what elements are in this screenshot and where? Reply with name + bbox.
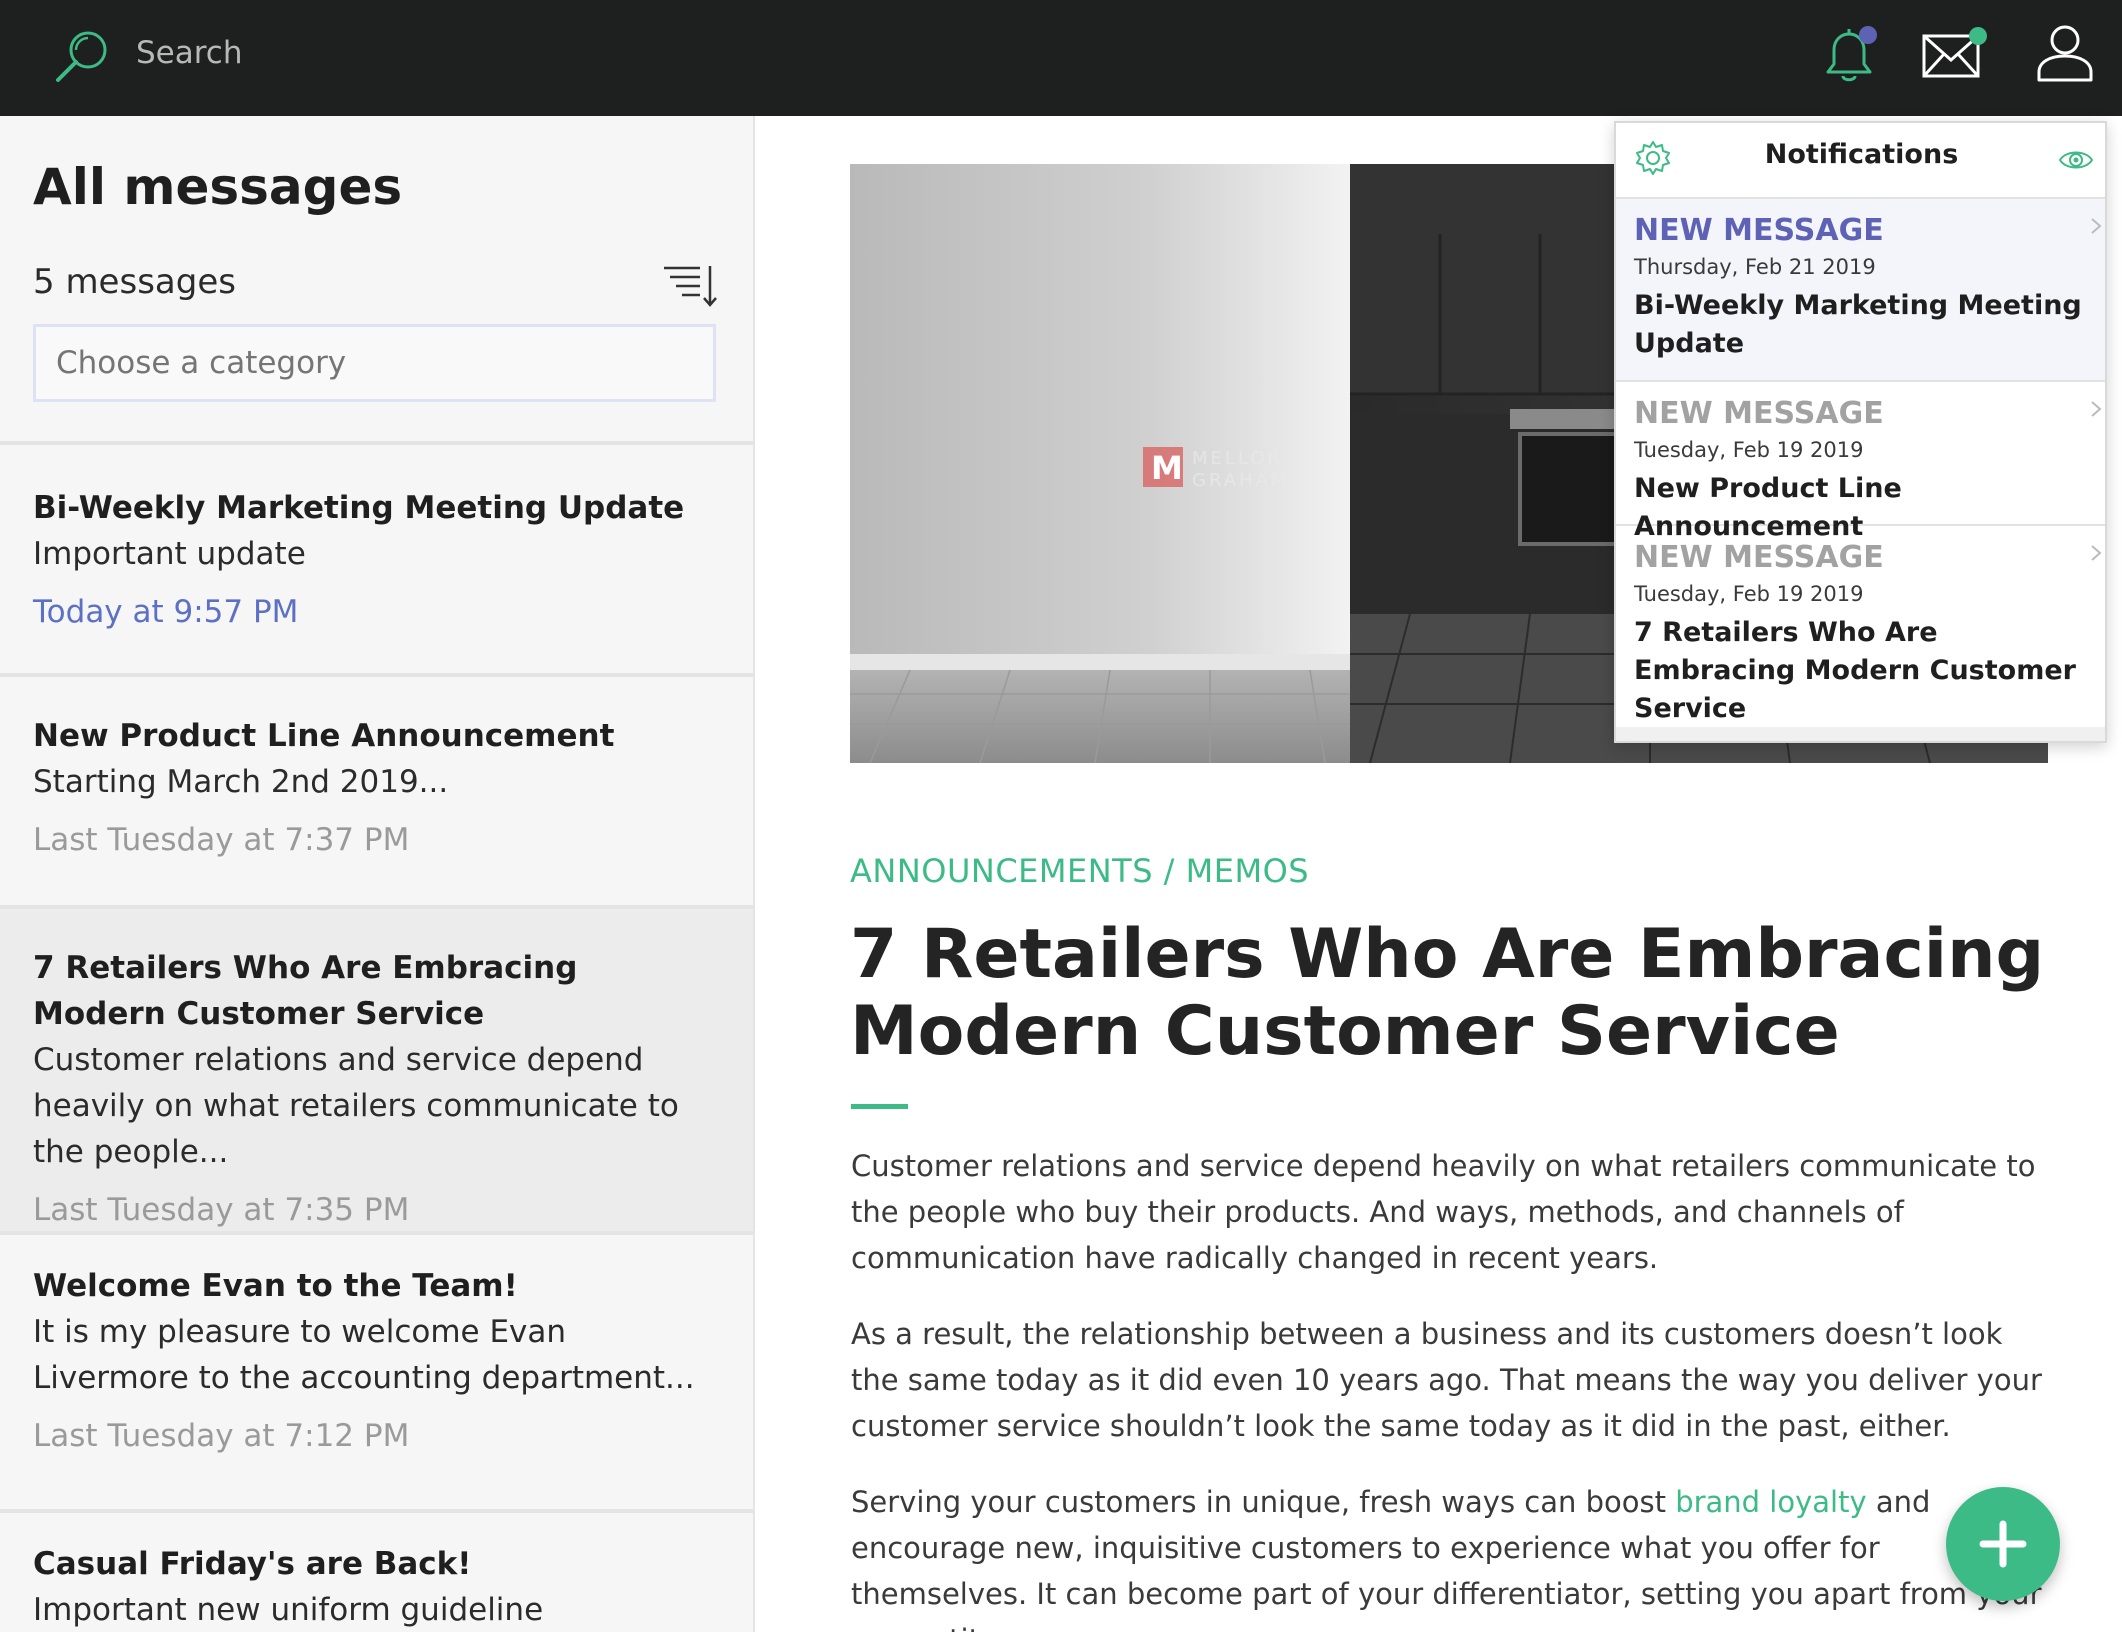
page-title: All messages xyxy=(33,158,403,216)
chevron-right-icon xyxy=(2091,401,2102,417)
notification-date: Tuesday, Feb 19 2019 xyxy=(1634,438,1864,462)
notification-date: Thursday, Feb 21 2019 xyxy=(1634,255,1876,279)
notification-item[interactable]: NEW MESSAGE Thursday, Feb 21 2019 Bi-Wee… xyxy=(1616,199,2105,382)
notification-badge xyxy=(1859,26,1877,44)
notification-label: NEW MESSAGE xyxy=(1634,396,1884,431)
notification-item[interactable]: NEW MESSAGE Tuesday, Feb 19 2019 7 Retai… xyxy=(1616,526,2105,724)
message-time: Last Tuesday at 7:37 PM xyxy=(33,822,410,858)
category-select[interactable] xyxy=(33,324,716,402)
message-title: Bi-Weekly Marketing Meeting Update xyxy=(33,490,685,526)
notification-label: NEW MESSAGE xyxy=(1634,213,1884,248)
notification-date: Tuesday, Feb 19 2019 xyxy=(1634,582,1864,606)
message-count: 5 messages xyxy=(33,262,236,302)
compose-button[interactable] xyxy=(1946,1487,2060,1601)
chevron-right-icon xyxy=(2091,218,2102,234)
eye-icon[interactable] xyxy=(2058,145,2094,175)
article-paragraph: As a result, the relationship between a … xyxy=(851,1317,2042,1443)
watermark-text: GRAHAM xyxy=(1192,470,1289,491)
message-title: Welcome Evan to the Team! xyxy=(33,1268,518,1304)
message-preview: Important update xyxy=(33,536,306,572)
message-preview: Customer relations and service depend he… xyxy=(33,1042,679,1170)
notification-title: Bi-Weekly Marketing Meeting Update xyxy=(1634,290,2082,359)
bell-icon[interactable] xyxy=(1820,24,1878,86)
message-item[interactable]: Welcome Evan to the Team! It is my pleas… xyxy=(0,1235,753,1513)
message-title: Casual Friday's are Back! xyxy=(33,1546,472,1582)
notification-item[interactable]: NEW MESSAGE Tuesday, Feb 19 2019 New Pro… xyxy=(1616,382,2105,542)
watermark-text: MELLOR xyxy=(1192,448,1283,469)
article-paragraph: Customer relations and service depend he… xyxy=(851,1149,2036,1275)
message-time: Today at 9:57 PM xyxy=(33,594,299,630)
svg-text:M: M xyxy=(1151,449,1183,487)
plus-icon xyxy=(1979,1520,2027,1568)
message-preview: It is my pleasure to welcome Evan Liverm… xyxy=(33,1314,695,1396)
message-item[interactable]: Casual Friday's are Back! Important new … xyxy=(0,1513,753,1632)
article-paragraph: Serving your customers in unique, fresh … xyxy=(851,1479,2051,1632)
dropdown-footer xyxy=(1616,727,2105,741)
search-input[interactable] xyxy=(136,33,536,73)
chevron-right-icon xyxy=(2091,545,2102,561)
mail-icon[interactable] xyxy=(1920,24,1988,82)
article-title: 7 Retailers Who Are Embracing Modern Cus… xyxy=(850,915,2045,1071)
message-title: New Product Line Announcement xyxy=(33,718,615,754)
notifications-header: Notifications xyxy=(1616,123,2105,199)
notification-title: 7 Retailers Who Are Embracing Modern Cus… xyxy=(1634,617,2076,724)
paragraph-text: Serving your customers in unique, fresh … xyxy=(851,1485,1676,1519)
title-underline xyxy=(851,1104,908,1109)
message-item[interactable]: New Product Line Announcement Starting M… xyxy=(0,677,753,909)
message-list-panel: All messages 5 messages Bi-Weekly Market… xyxy=(0,116,755,1632)
message-preview: Important new uniform guideline informat… xyxy=(33,1592,544,1628)
notification-label: NEW MESSAGE xyxy=(1634,540,1884,575)
user-icon[interactable] xyxy=(2036,22,2094,84)
message-time: Last Tuesday at 7:35 PM xyxy=(33,1192,410,1228)
notifications-title: Notifications xyxy=(1764,139,1959,170)
search-icon[interactable] xyxy=(52,28,112,88)
message-item[interactable]: Bi-Weekly Marketing Meeting Update Impor… xyxy=(0,445,753,677)
top-bar xyxy=(0,0,2122,116)
message-item-selected[interactable]: 7 Retailers Who Are Embracing Modern Cus… xyxy=(0,909,753,1235)
article-category[interactable]: ANNOUNCEMENTS / MEMOS xyxy=(850,852,1309,890)
sort-icon[interactable] xyxy=(660,260,720,310)
article-body: Customer relations and service depend he… xyxy=(851,1143,2051,1632)
message-time: Last Tuesday at 7:12 PM xyxy=(33,1418,410,1454)
message-preview: Starting March 2nd 2019... xyxy=(33,764,449,800)
message-title: 7 Retailers Who Are Embracing Modern Cus… xyxy=(33,950,578,1032)
brand-loyalty-link[interactable]: brand loyalty xyxy=(1675,1485,1866,1519)
notifications-dropdown: Notifications NEW MESSAGE Thursday, Feb … xyxy=(1614,121,2107,743)
mail-badge xyxy=(1969,27,1987,45)
